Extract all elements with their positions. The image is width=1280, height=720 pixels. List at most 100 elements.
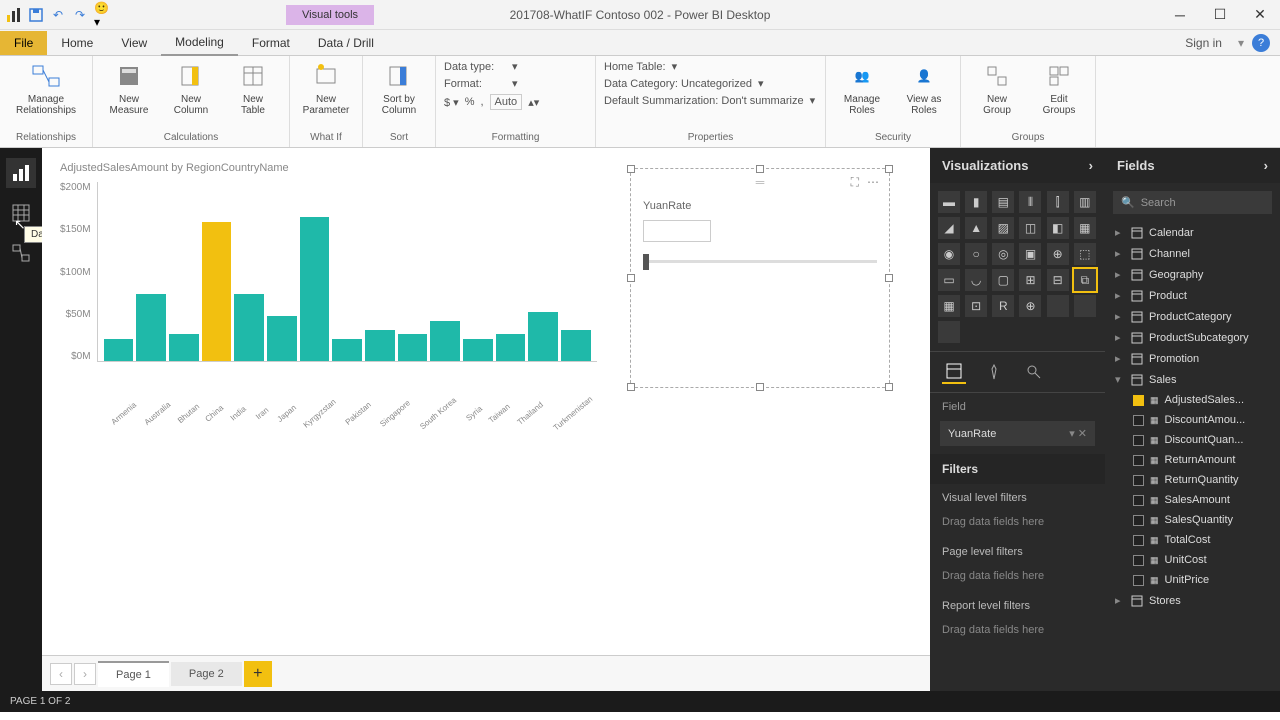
viz-type-16[interactable]: ⊕ xyxy=(1047,243,1069,265)
bar-south korea[interactable] xyxy=(430,321,460,362)
viz-type-1[interactable]: ▮ xyxy=(965,191,987,213)
analytics-tab[interactable] xyxy=(1022,360,1046,384)
edit-groups-button[interactable]: Edit Groups xyxy=(1031,60,1087,116)
undo-icon[interactable]: ↶ xyxy=(50,7,66,23)
redo-icon[interactable]: ↷ xyxy=(72,7,88,23)
prev-page-button[interactable]: ‹ xyxy=(50,663,72,685)
bar-pakistan[interactable] xyxy=(365,330,395,362)
viz-type-12[interactable]: ◉ xyxy=(938,243,960,265)
next-page-button[interactable]: › xyxy=(74,663,96,685)
viz-type-28[interactable] xyxy=(1047,295,1069,317)
fields-search[interactable]: 🔍Search xyxy=(1113,191,1272,214)
table-productsubcategory[interactable]: ▸ProductSubcategory xyxy=(1105,327,1280,348)
viz-type-3[interactable]: ⫴ xyxy=(1019,191,1041,213)
field-well[interactable]: YuanRate▾ ✕ xyxy=(940,421,1095,446)
report-canvas[interactable]: AdjustedSalesAmount by RegionCountryName… xyxy=(42,148,930,691)
report-filter-drop[interactable]: Drag data fields here xyxy=(930,620,1105,646)
focus-mode-icon[interactable]: ⛶ xyxy=(851,175,859,190)
viz-type-26[interactable]: R xyxy=(992,295,1014,317)
viz-type-15[interactable]: ▣ xyxy=(1019,243,1041,265)
table-calendar[interactable]: ▸Calendar xyxy=(1105,222,1280,243)
save-icon[interactable] xyxy=(28,7,44,23)
new-group-button[interactable]: New Group xyxy=(969,60,1025,116)
format-menu[interactable]: Format xyxy=(238,31,304,55)
close-button[interactable]: ✕ xyxy=(1240,0,1280,30)
viz-type-17[interactable]: ⬚ xyxy=(1074,243,1096,265)
bar-armenia[interactable] xyxy=(104,339,134,362)
viz-type-27[interactable]: ⊕ xyxy=(1019,295,1041,317)
page-2-tab[interactable]: Page 2 xyxy=(171,662,242,686)
feedback-icon[interactable]: 🙂▾ xyxy=(94,7,110,23)
table-productcategory[interactable]: ▸ProductCategory xyxy=(1105,306,1280,327)
maximize-button[interactable]: ☐ xyxy=(1200,0,1240,30)
viz-type-10[interactable]: ◧ xyxy=(1047,217,1069,239)
view-as-roles-button[interactable]: 👤View as Roles xyxy=(896,60,952,116)
viz-type-20[interactable]: ▢ xyxy=(992,269,1014,291)
viz-type-2[interactable]: ▤ xyxy=(992,191,1014,213)
modeling-menu[interactable]: Modeling xyxy=(161,30,238,56)
bar-thailand[interactable] xyxy=(528,312,558,362)
field-unitcost[interactable]: ▦UnitCost xyxy=(1105,550,1280,570)
field-adjustedsales[interactable]: ▦AdjustedSales... xyxy=(1105,390,1280,410)
viz-type-23[interactable]: ⧉ xyxy=(1074,269,1096,291)
field-salesquantity[interactable]: ▦SalesQuantity xyxy=(1105,510,1280,530)
manage-relationships-button[interactable]: Manage Relationships xyxy=(8,60,84,116)
viz-type-4[interactable]: ⫿ xyxy=(1047,191,1069,213)
field-totalcost[interactable]: ▦TotalCost xyxy=(1105,530,1280,550)
table-channel[interactable]: ▸Channel xyxy=(1105,243,1280,264)
table-sales[interactable]: ▾Sales xyxy=(1105,369,1280,390)
manage-roles-button[interactable]: 👥Manage Roles xyxy=(834,60,890,116)
sort-by-column-button[interactable]: Sort by Column xyxy=(371,60,427,116)
bar-japan[interactable] xyxy=(300,217,330,361)
field-discountquan[interactable]: ▦DiscountQuan... xyxy=(1105,430,1280,450)
viz-type-29[interactable] xyxy=(1074,295,1096,317)
viz-type-21[interactable]: ⊞ xyxy=(1019,269,1041,291)
viz-type-6[interactable]: ◢ xyxy=(938,217,960,239)
minimize-button[interactable]: ─ xyxy=(1160,0,1200,30)
table-promotion[interactable]: ▸Promotion xyxy=(1105,348,1280,369)
bar-syria[interactable] xyxy=(463,339,493,362)
fields-tab[interactable] xyxy=(942,360,966,384)
add-page-button[interactable]: + xyxy=(244,661,272,687)
drag-handle-icon[interactable]: ═ xyxy=(756,175,765,189)
new-table-button[interactable]: New Table xyxy=(225,60,281,116)
viz-type-9[interactable]: ◫ xyxy=(1019,217,1041,239)
viz-type-18[interactable]: ▭ xyxy=(938,269,960,291)
bar-singapore[interactable] xyxy=(398,334,428,361)
viz-type-0[interactable]: ▬ xyxy=(938,191,960,213)
signin-button[interactable]: Sign in xyxy=(1173,31,1234,55)
slicer-visual[interactable]: ═ ⛶ ⋯ YuanRate xyxy=(630,168,890,388)
more-options-icon[interactable]: ⋯ xyxy=(867,175,879,190)
viz-type-25[interactable]: ⊡ xyxy=(965,295,987,317)
bar-australia[interactable] xyxy=(136,294,166,362)
viz-type-14[interactable]: ◎ xyxy=(992,243,1014,265)
slicer-value-input[interactable] xyxy=(643,220,711,242)
datadrill-menu[interactable]: Data / Drill xyxy=(304,31,388,55)
slicer-track[interactable] xyxy=(643,260,877,263)
table-geography[interactable]: ▸Geography xyxy=(1105,264,1280,285)
field-unitprice[interactable]: ▦UnitPrice xyxy=(1105,570,1280,590)
file-menu[interactable]: File xyxy=(0,31,47,55)
viz-type-7[interactable]: ▲ xyxy=(965,217,987,239)
page-filter-drop[interactable]: Drag data fields here xyxy=(930,566,1105,592)
new-measure-button[interactable]: New Measure xyxy=(101,60,157,116)
table-product[interactable]: ▸Product xyxy=(1105,285,1280,306)
viz-type-22[interactable]: ⊟ xyxy=(1047,269,1069,291)
bar-turkmenistan[interactable] xyxy=(561,330,591,362)
bar-kyrgyzstan[interactable] xyxy=(332,339,362,362)
new-column-button[interactable]: New Column xyxy=(163,60,219,116)
collapse-icon[interactable]: › xyxy=(1089,158,1093,173)
help-icon[interactable]: ? xyxy=(1252,34,1270,52)
field-returnquantity[interactable]: ▦ReturnQuantity xyxy=(1105,470,1280,490)
viz-type-24[interactable]: ▦ xyxy=(938,295,960,317)
new-parameter-button[interactable]: New Parameter xyxy=(298,60,354,116)
visual-filter-drop[interactable]: Drag data fields here xyxy=(930,512,1105,538)
page-1-tab[interactable]: Page 1 xyxy=(98,661,169,687)
home-menu[interactable]: Home xyxy=(47,31,107,55)
field-returnamount[interactable]: ▦ReturnAmount xyxy=(1105,450,1280,470)
bar-china[interactable] xyxy=(202,222,232,362)
bar-bhutan[interactable] xyxy=(169,334,199,361)
view-menu[interactable]: View xyxy=(107,31,161,55)
table-stores[interactable]: ▸Stores xyxy=(1105,590,1280,611)
bar-iran[interactable] xyxy=(267,316,297,361)
